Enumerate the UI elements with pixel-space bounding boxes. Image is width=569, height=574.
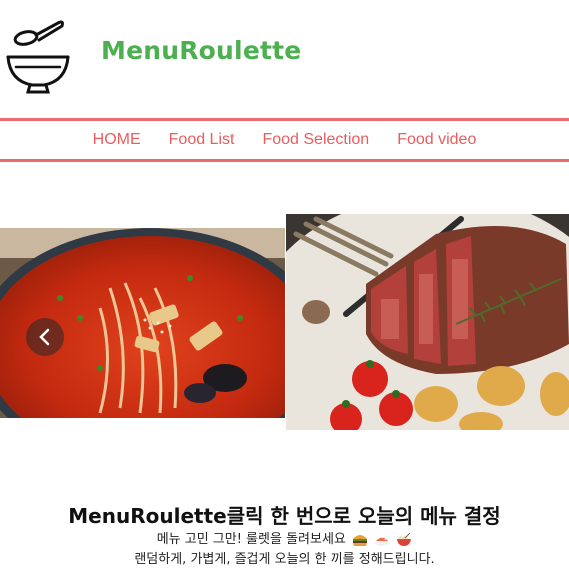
bowl-spoon-icon[interactable] [4,15,72,95]
intro-line2: 랜덤하게, 가볍게, 즐겁게 오늘의 한 끼를 정해드립니다. [134,552,435,567]
sushi-emoji [375,535,390,546]
intro-line1-text: 메뉴 고민 그만! 룰렛을 돌려보세요 [156,532,346,547]
brand-title[interactable]: MenuRoulette [101,36,301,65]
hamburger-emoji [353,534,368,546]
nav-home[interactable]: HOME [79,131,155,149]
main-nav: HOME Food List Food Selection Food video [0,118,569,162]
intro-line1: 메뉴 고민 그만! 룰렛을 돌려보세요 [0,531,569,549]
ramen-emoji [397,532,412,546]
sliced-steak-image [286,214,569,430]
intro-section: MenuRoulette클릭 한 번으로 오늘의 메뉴 결정 메뉴 고민 그만!… [0,500,569,569]
food-carousel[interactable] [0,214,569,430]
nav-food-video[interactable]: Food video [383,131,490,149]
nav-food-list[interactable]: Food List [155,131,249,149]
nav-food-selection[interactable]: Food Selection [248,131,383,149]
site-header: MenuRoulette [0,0,569,118]
intro-title: MenuRoulette클릭 한 번으로 오늘의 메뉴 결정 [68,504,501,528]
chevron-left-icon [39,328,50,346]
carousel-prev-button[interactable] [26,318,64,356]
